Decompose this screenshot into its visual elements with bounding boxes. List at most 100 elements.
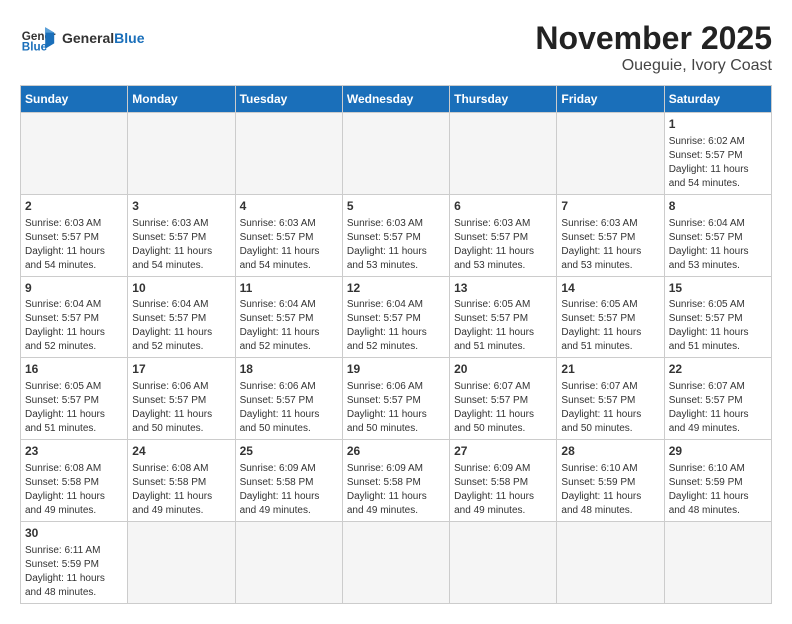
calendar-cell: 6 Sunrise: 6:03 AM Sunset: 5:57 PM Daylig… bbox=[450, 194, 557, 276]
calendar-cell bbox=[342, 113, 449, 195]
day-info: Sunrise: 6:05 AM Sunset: 5:57 PM Dayligh… bbox=[561, 298, 659, 354]
svg-text:Blue: Blue bbox=[22, 41, 48, 54]
calendar-cell bbox=[557, 113, 664, 195]
day-number: 12 bbox=[347, 280, 445, 297]
calendar-cell: 23Sunrise: 6:08 AM Sunset: 5:58 PM Dayli… bbox=[21, 440, 128, 522]
day-info: Sunrise: 6:05 AM Sunset: 5:57 PM Dayligh… bbox=[25, 380, 123, 436]
day-number: 5 bbox=[347, 198, 445, 215]
day-info: Sunrise: 6:09 AM Sunset: 5:58 PM Dayligh… bbox=[347, 462, 445, 518]
calendar-cell: 13Sunrise: 6:05 AM Sunset: 5:57 PM Dayli… bbox=[450, 276, 557, 358]
calendar-cell: 10Sunrise: 6:04 AM Sunset: 5:57 PM Dayli… bbox=[128, 276, 235, 358]
day-number: 6 bbox=[454, 198, 552, 215]
calendar-title-block: November 2025 Oueguie, Ivory Coast bbox=[535, 20, 772, 75]
day-number: 7 bbox=[561, 198, 659, 215]
day-info: Sunrise: 6:05 AM Sunset: 5:57 PM Dayligh… bbox=[454, 298, 552, 354]
calendar-cell: 24Sunrise: 6:08 AM Sunset: 5:58 PM Dayli… bbox=[128, 440, 235, 522]
page-header: General Blue GeneralBlue November 2025 O… bbox=[20, 20, 772, 75]
calendar-cell: 18 Sunrise: 6:06 AM Sunset: 5:57 PM Dayli… bbox=[235, 358, 342, 440]
day-number: 20 bbox=[454, 361, 552, 378]
logo-text: GeneralBlue bbox=[62, 30, 144, 46]
day-header-friday: Friday bbox=[557, 86, 664, 113]
day-number: 30 bbox=[25, 525, 123, 542]
day-info: Sunrise: 6:02 AM Sunset: 5:57 PM Dayligh… bbox=[669, 135, 767, 191]
calendar-cell: 27 Sunrise: 6:09 AM Sunset: 5:58 PM Dayli… bbox=[450, 440, 557, 522]
day-info: Sunrise: 6:10 AM Sunset: 5:59 PM Dayligh… bbox=[669, 462, 767, 518]
day-number: 3 bbox=[132, 198, 230, 215]
day-info: Sunrise: 6:06 AM Sunset: 5:57 PM Dayligh… bbox=[347, 380, 445, 436]
calendar-cell: 9Sunrise: 6:04 AM Sunset: 5:57 PM Daylig… bbox=[21, 276, 128, 358]
day-number: 22 bbox=[669, 361, 767, 378]
calendar-cell: 12Sunrise: 6:04 AM Sunset: 5:57 PM Dayli… bbox=[342, 276, 449, 358]
day-number: 25 bbox=[240, 443, 338, 460]
day-number: 9 bbox=[25, 280, 123, 297]
day-info: Sunrise: 6:10 AM Sunset: 5:59 PM Dayligh… bbox=[561, 462, 659, 518]
day-number: 28 bbox=[561, 443, 659, 460]
calendar-cell: 11Sunrise: 6:04 AM Sunset: 5:57 PM Dayli… bbox=[235, 276, 342, 358]
calendar-cell: 19 Sunrise: 6:06 AM Sunset: 5:57 PM Dayli… bbox=[342, 358, 449, 440]
day-info: Sunrise: 6:04 AM Sunset: 5:57 PM Dayligh… bbox=[240, 298, 338, 354]
calendar-cell: 20 Sunrise: 6:07 AM Sunset: 5:57 PM Dayli… bbox=[450, 358, 557, 440]
day-header-sunday: Sunday bbox=[21, 86, 128, 113]
calendar-cell: 22Sunrise: 6:07 AM Sunset: 5:57 PM Dayli… bbox=[664, 358, 771, 440]
day-number: 4 bbox=[240, 198, 338, 215]
calendar-cell: 21 Sunrise: 6:07 AM Sunset: 5:57 PM Dayli… bbox=[557, 358, 664, 440]
calendar-table: SundayMondayTuesdayWednesdayThursdayFrid… bbox=[20, 85, 772, 604]
logo: General Blue GeneralBlue bbox=[20, 20, 144, 56]
calendar-cell: 3 Sunrise: 6:03 AM Sunset: 5:57 PM Daylig… bbox=[128, 194, 235, 276]
calendar-cell: 8 Sunrise: 6:04 AM Sunset: 5:57 PM Daylig… bbox=[664, 194, 771, 276]
calendar-cell: 30Sunrise: 6:11 AM Sunset: 5:59 PM Dayli… bbox=[21, 521, 128, 603]
calendar-cell bbox=[235, 113, 342, 195]
day-info: Sunrise: 6:04 AM Sunset: 5:57 PM Dayligh… bbox=[347, 298, 445, 354]
calendar-cell bbox=[557, 521, 664, 603]
day-header-monday: Monday bbox=[128, 86, 235, 113]
location-subtitle: Oueguie, Ivory Coast bbox=[535, 57, 772, 75]
day-number: 15 bbox=[669, 280, 767, 297]
day-header-thursday: Thursday bbox=[450, 86, 557, 113]
day-number: 21 bbox=[561, 361, 659, 378]
day-header-wednesday: Wednesday bbox=[342, 86, 449, 113]
day-number: 23 bbox=[25, 443, 123, 460]
day-header-saturday: Saturday bbox=[664, 86, 771, 113]
calendar-cell bbox=[342, 521, 449, 603]
calendar-cell: 26 Sunrise: 6:09 AM Sunset: 5:58 PM Dayli… bbox=[342, 440, 449, 522]
day-info: Sunrise: 6:06 AM Sunset: 5:57 PM Dayligh… bbox=[132, 380, 230, 436]
day-number: 16 bbox=[25, 361, 123, 378]
day-info: Sunrise: 6:03 AM Sunset: 5:57 PM Dayligh… bbox=[240, 217, 338, 273]
day-number: 14 bbox=[561, 280, 659, 297]
day-info: Sunrise: 6:03 AM Sunset: 5:57 PM Dayligh… bbox=[347, 217, 445, 273]
calendar-cell: 16 Sunrise: 6:05 AM Sunset: 5:57 PM Dayli… bbox=[21, 358, 128, 440]
logo-icon: General Blue bbox=[20, 20, 56, 56]
day-number: 26 bbox=[347, 443, 445, 460]
calendar-cell: 4 Sunrise: 6:03 AM Sunset: 5:57 PM Daylig… bbox=[235, 194, 342, 276]
day-number: 10 bbox=[132, 280, 230, 297]
day-number: 1 bbox=[669, 116, 767, 133]
day-info: Sunrise: 6:07 AM Sunset: 5:57 PM Dayligh… bbox=[454, 380, 552, 436]
calendar-cell bbox=[450, 113, 557, 195]
day-info: Sunrise: 6:05 AM Sunset: 5:57 PM Dayligh… bbox=[669, 298, 767, 354]
calendar-cell: 5 Sunrise: 6:03 AM Sunset: 5:57 PM Daylig… bbox=[342, 194, 449, 276]
calendar-cell: 2Sunrise: 6:03 AM Sunset: 5:57 PM Daylig… bbox=[21, 194, 128, 276]
day-number: 27 bbox=[454, 443, 552, 460]
day-info: Sunrise: 6:03 AM Sunset: 5:57 PM Dayligh… bbox=[561, 217, 659, 273]
day-info: Sunrise: 6:06 AM Sunset: 5:57 PM Dayligh… bbox=[240, 380, 338, 436]
day-number: 19 bbox=[347, 361, 445, 378]
day-info: Sunrise: 6:03 AM Sunset: 5:57 PM Dayligh… bbox=[454, 217, 552, 273]
day-info: Sunrise: 6:03 AM Sunset: 5:57 PM Dayligh… bbox=[132, 217, 230, 273]
day-info: Sunrise: 6:09 AM Sunset: 5:58 PM Dayligh… bbox=[454, 462, 552, 518]
calendar-cell bbox=[664, 521, 771, 603]
calendar-cell bbox=[450, 521, 557, 603]
calendar-cell bbox=[235, 521, 342, 603]
day-info: Sunrise: 6:04 AM Sunset: 5:57 PM Dayligh… bbox=[132, 298, 230, 354]
calendar-cell bbox=[128, 113, 235, 195]
calendar-cell: 29 Sunrise: 6:10 AM Sunset: 5:59 PM Dayli… bbox=[664, 440, 771, 522]
day-number: 8 bbox=[669, 198, 767, 215]
day-number: 18 bbox=[240, 361, 338, 378]
calendar-cell bbox=[21, 113, 128, 195]
day-number: 29 bbox=[669, 443, 767, 460]
calendar-cell: 1 Sunrise: 6:02 AM Sunset: 5:57 PM Daylig… bbox=[664, 113, 771, 195]
calendar-cell: 28 Sunrise: 6:10 AM Sunset: 5:59 PM Dayli… bbox=[557, 440, 664, 522]
day-info: Sunrise: 6:07 AM Sunset: 5:57 PM Dayligh… bbox=[561, 380, 659, 436]
day-number: 2 bbox=[25, 198, 123, 215]
day-number: 13 bbox=[454, 280, 552, 297]
day-info: Sunrise: 6:04 AM Sunset: 5:57 PM Dayligh… bbox=[669, 217, 767, 273]
